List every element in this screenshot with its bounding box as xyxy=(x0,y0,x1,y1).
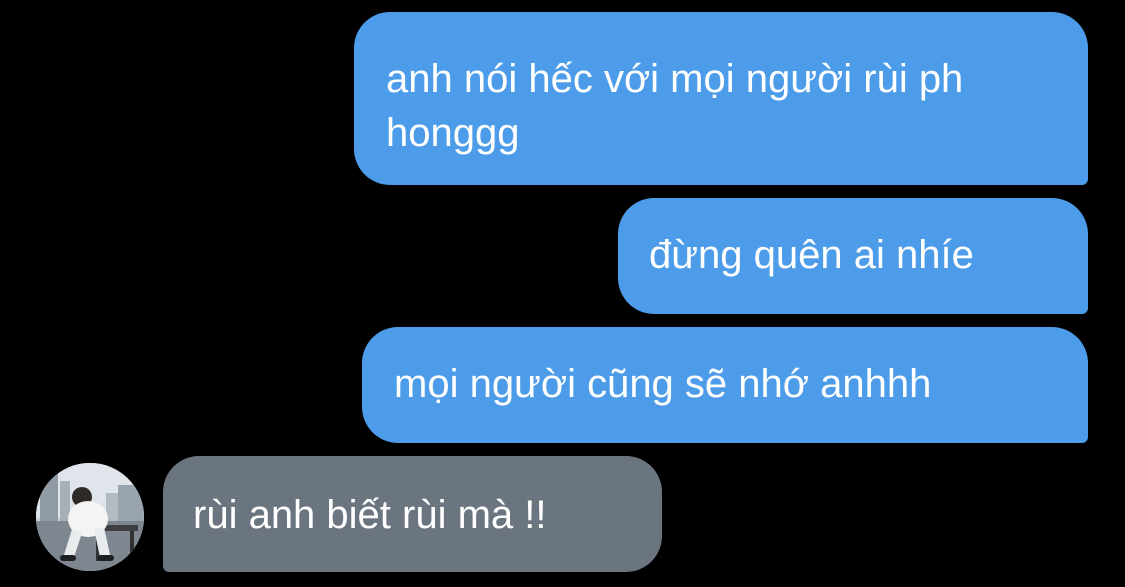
person-photo-icon xyxy=(36,463,144,571)
message-text: đừng quên ai nhíe xyxy=(649,233,974,277)
sent-message-bubble[interactable]: anh nói hếc với mọi người rùi ph honggg xyxy=(354,12,1088,185)
message-text: anh nói hếc với mọi người rùi ph honggg xyxy=(386,57,964,155)
received-message-bubble[interactable]: rùi anh biết rùi mà !! xyxy=(163,456,662,572)
message-text: rùi anh biết rùi mà !! xyxy=(193,493,547,537)
message-text: mọi người cũng sẽ nhớ anhhh xyxy=(394,362,932,406)
sent-message-bubble[interactable]: mọi người cũng sẽ nhớ anhhh xyxy=(362,327,1088,443)
sent-message-bubble[interactable]: đừng quên ai nhíe xyxy=(618,198,1088,314)
contact-avatar[interactable] xyxy=(36,463,144,571)
